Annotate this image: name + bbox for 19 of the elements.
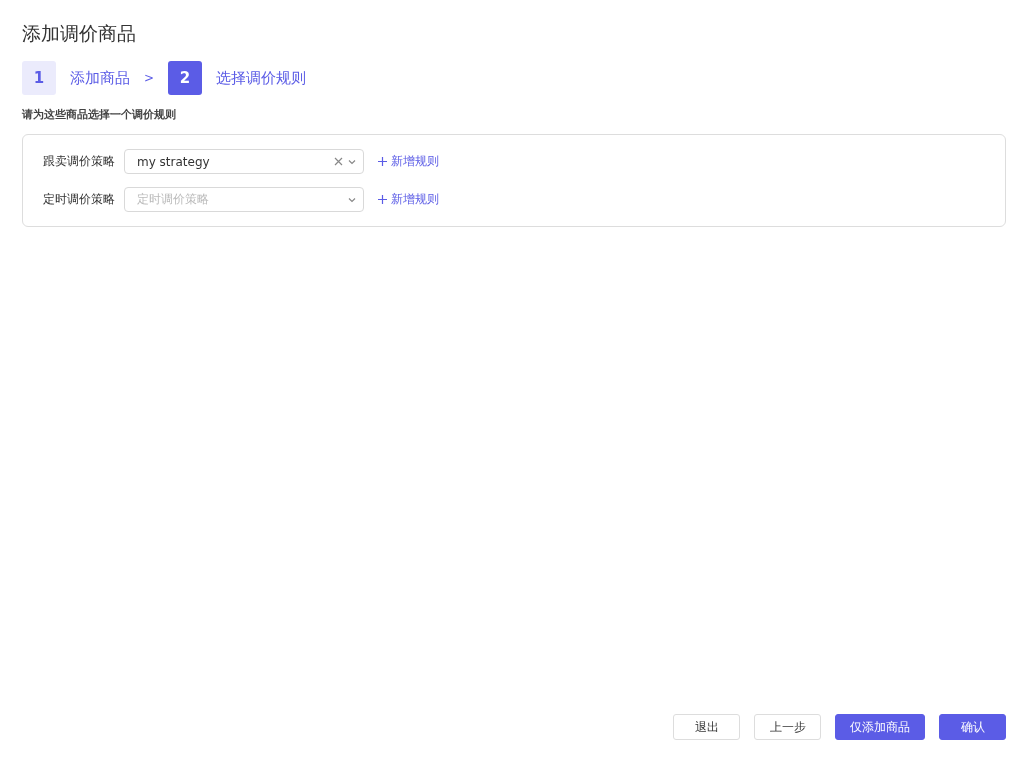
clear-icon[interactable]: [334, 157, 343, 166]
add-rule-link[interactable]: 新增规则: [378, 153, 439, 170]
instruction-text: 请为这些商品选择一个调价规则: [22, 107, 177, 122]
footer-button[interactable]: 上一步: [754, 714, 821, 740]
field-label: 跟卖调价策略: [43, 153, 116, 170]
footer-button[interactable]: 仅添加商品: [835, 714, 925, 740]
add-rule-link[interactable]: 新增规则: [378, 191, 439, 208]
step-label: 添加商品: [70, 68, 130, 88]
select-field[interactable]: my strategy: [124, 149, 364, 174]
footer-button[interactable]: 确认: [939, 714, 1006, 740]
field-label: 定时调价策略: [43, 191, 116, 208]
footer-button[interactable]: 退出: [673, 714, 740, 740]
step-separator: >: [144, 71, 155, 85]
dialog-title: 添加调价商品: [22, 21, 137, 46]
step-number: 2: [168, 61, 203, 95]
step-number: 1: [22, 61, 56, 95]
step-label: 选择调价规则: [216, 68, 307, 88]
plus-icon: [378, 157, 387, 166]
plus-icon: [378, 195, 387, 204]
